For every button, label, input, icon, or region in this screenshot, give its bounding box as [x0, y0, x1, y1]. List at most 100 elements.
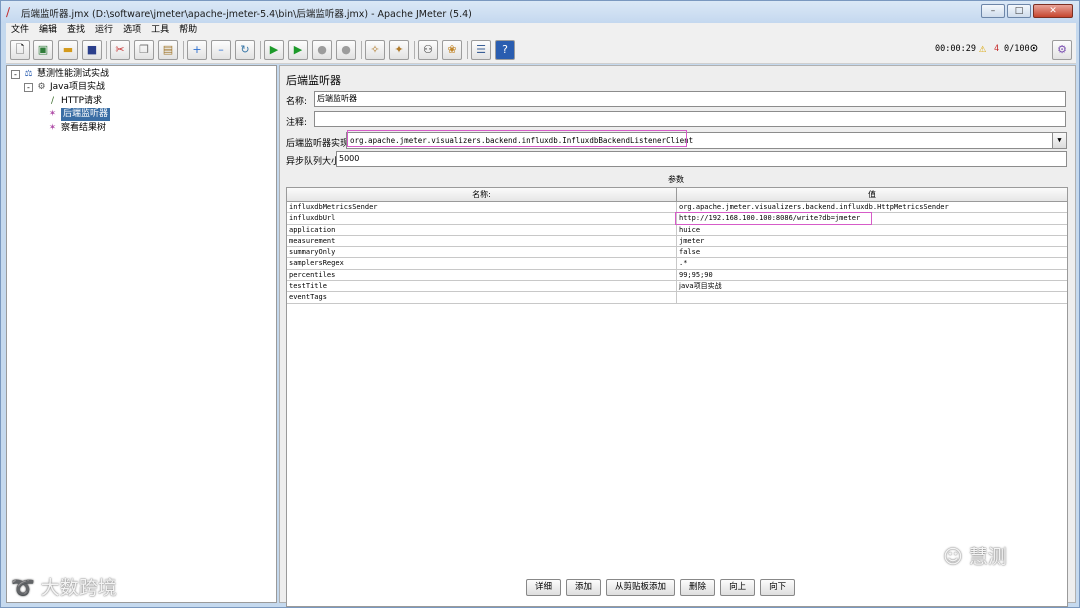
elapsed-timer: 00:00:29	[935, 44, 976, 54]
tree-node-http-request[interactable]: ∕ HTTP请求	[47, 95, 102, 108]
warning-count: 4	[994, 44, 1000, 54]
warning-icon[interactable]: ⚠	[979, 41, 986, 55]
menu-options[interactable]: 选项	[118, 23, 146, 37]
tree-node-test-plan[interactable]: - ⚖ 慧测性能测试实战	[11, 68, 109, 81]
stop-icon[interactable]: ●	[312, 40, 332, 60]
param-value[interactable]: false	[677, 247, 1067, 257]
table-header: 名称: 值	[287, 188, 1067, 202]
tree-node-view-results-tree[interactable]: ✶ 察看结果树	[47, 122, 106, 135]
templates-icon[interactable]: ▣	[33, 40, 53, 60]
shutdown-icon[interactable]: ●	[336, 40, 356, 60]
toolbar-separator	[467, 41, 468, 59]
menu-bar: 文件 编辑 查找 运行 选项 工具 帮助	[6, 23, 1076, 37]
table-row[interactable]: measurement jmeter	[287, 235, 1067, 248]
start-no-pause-icon[interactable]: ▶	[288, 40, 308, 60]
wechat-logo-icon: ☺	[943, 546, 963, 568]
active-threads: 0/100	[1004, 44, 1030, 54]
help-icon[interactable]: ?	[495, 40, 515, 60]
table-row[interactable]: influxdbMetricsSender org.apache.jmeter.…	[287, 202, 1067, 214]
parameters-title: 参数	[668, 175, 684, 184]
table-row[interactable]: influxdbUrl http://192.168.100.100:8086/…	[287, 213, 1067, 225]
menu-tools[interactable]: 工具	[146, 23, 174, 37]
expand-icon[interactable]: +	[187, 40, 207, 60]
save-icon[interactable]: ■	[82, 40, 102, 60]
table-row[interactable]: percentiles 99;95;90	[287, 269, 1067, 282]
cut-icon[interactable]: ✂	[110, 40, 130, 60]
param-value[interactable]: jmeter	[677, 236, 1067, 246]
tree-toggle-icon[interactable]: -	[24, 83, 33, 92]
jmeter-feather-icon: ∕	[6, 5, 11, 19]
remote-start-icon[interactable]: ⚙	[1052, 40, 1072, 60]
clear-icon[interactable]: ✧	[365, 40, 385, 60]
test-plan-icon: ⚖	[24, 69, 33, 79]
minimize-button[interactable]: –	[981, 4, 1005, 18]
close-button[interactable]: ✕	[1033, 4, 1073, 18]
table-row[interactable]: samplersRegex .*	[287, 258, 1067, 270]
add-from-clipboard-button[interactable]: 从剪贴板添加	[606, 579, 676, 596]
param-value[interactable]: 99;95;90	[677, 270, 1067, 280]
toolbar-separator	[361, 41, 362, 59]
param-name[interactable]: percentiles	[287, 269, 677, 281]
clear-all-icon[interactable]: ✦	[389, 40, 409, 60]
table-row[interactable]: summaryOnly false	[287, 247, 1067, 259]
move-down-button[interactable]: 向下	[760, 579, 796, 596]
column-header-value[interactable]: 值	[677, 188, 1067, 201]
comment-field[interactable]	[314, 111, 1066, 127]
delete-button[interactable]: 删除	[680, 579, 716, 596]
paste-icon[interactable]: ▤	[158, 40, 178, 60]
tree-toggle-icon[interactable]: -	[11, 70, 20, 79]
collapse-icon[interactable]: –	[211, 40, 231, 60]
column-header-name[interactable]: 名称:	[287, 188, 677, 201]
open-icon[interactable]: ▬	[58, 40, 78, 60]
reset-search-icon[interactable]: ❀	[442, 40, 462, 60]
param-value[interactable]: huice	[677, 225, 1067, 235]
param-name[interactable]: measurement	[287, 235, 677, 247]
panel-title: 后端监听器	[286, 74, 341, 87]
search-icon[interactable]: ⚇	[418, 40, 438, 60]
listener-icon: ✶	[48, 109, 57, 119]
menu-search[interactable]: 查找	[62, 23, 90, 37]
param-name[interactable]: summaryOnly	[287, 247, 677, 258]
tree-node-thread-group[interactable]: - ⚙ Java项目实战	[24, 81, 105, 94]
param-name[interactable]: samplersRegex	[287, 258, 677, 269]
menu-help[interactable]: 帮助	[174, 23, 202, 37]
function-helper-icon[interactable]: ☰	[471, 40, 491, 60]
maximize-button[interactable]: □	[1007, 4, 1031, 18]
copy-icon[interactable]: ❐	[134, 40, 154, 60]
table-row[interactable]: application huice	[287, 224, 1067, 236]
table-row[interactable]: testTitle java项目实战	[287, 281, 1067, 293]
queue-size-field[interactable]: 5000	[336, 151, 1067, 167]
tree-node-backend-listener[interactable]: ✶ 后端监听器	[47, 108, 111, 121]
param-value[interactable]: org.apache.jmeter.visualizers.backend.in…	[677, 202, 1067, 212]
move-up-button[interactable]: 向上	[720, 579, 756, 596]
jmeter-window: ∕ 后端监听器.jmx (D:\software\jmeter\apache-j…	[0, 0, 1080, 608]
menu-file[interactable]: 文件	[6, 23, 34, 37]
detail-button[interactable]: 详细	[526, 579, 562, 596]
name-field[interactable]: 后端监听器	[314, 91, 1066, 107]
table-row[interactable]: eventTags	[287, 292, 1067, 304]
param-name[interactable]: influxdbUrl	[287, 213, 677, 224]
implementation-label: 后端监听器实现	[286, 139, 350, 149]
window-title: 后端监听器.jmx (D:\software\jmeter\apache-jme…	[21, 9, 472, 20]
param-value[interactable]	[677, 292, 1067, 302]
toggle-icon[interactable]: ↻	[235, 40, 255, 60]
menu-edit[interactable]: 编辑	[34, 23, 62, 37]
start-icon[interactable]: ▶	[264, 40, 284, 60]
new-icon[interactable]: 🗋	[10, 40, 30, 60]
watermark-logo-icon: ➰	[11, 577, 35, 599]
backend-listener-panel: 后端监听器 名称: 后端监听器 注释: 后端监听器实现 org.apache.j…	[279, 65, 1076, 607]
add-button[interactable]: 添加	[566, 579, 602, 596]
chevron-down-icon[interactable]: ▼	[1052, 133, 1066, 148]
param-name[interactable]: influxdbMetricsSender	[287, 202, 677, 213]
menu-run[interactable]: 运行	[90, 23, 118, 37]
implementation-select[interactable]: org.apache.jmeter.visualizers.backend.in…	[346, 132, 1067, 149]
title-bar: ∕ 后端监听器.jmx (D:\software\jmeter\apache-j…	[1, 1, 1079, 23]
param-value[interactable]: .*	[677, 258, 1067, 268]
sampler-icon: ∕	[50, 96, 55, 106]
implementation-value: org.apache.jmeter.visualizers.backend.in…	[350, 136, 694, 145]
param-name[interactable]: testTitle	[287, 281, 677, 292]
param-name[interactable]: eventTags	[287, 292, 677, 303]
param-value[interactable]: java项目实战	[677, 281, 1067, 291]
param-name[interactable]: application	[287, 224, 677, 235]
param-value[interactable]: http://192.168.100.100:8086/write?db=jme…	[677, 213, 1067, 223]
